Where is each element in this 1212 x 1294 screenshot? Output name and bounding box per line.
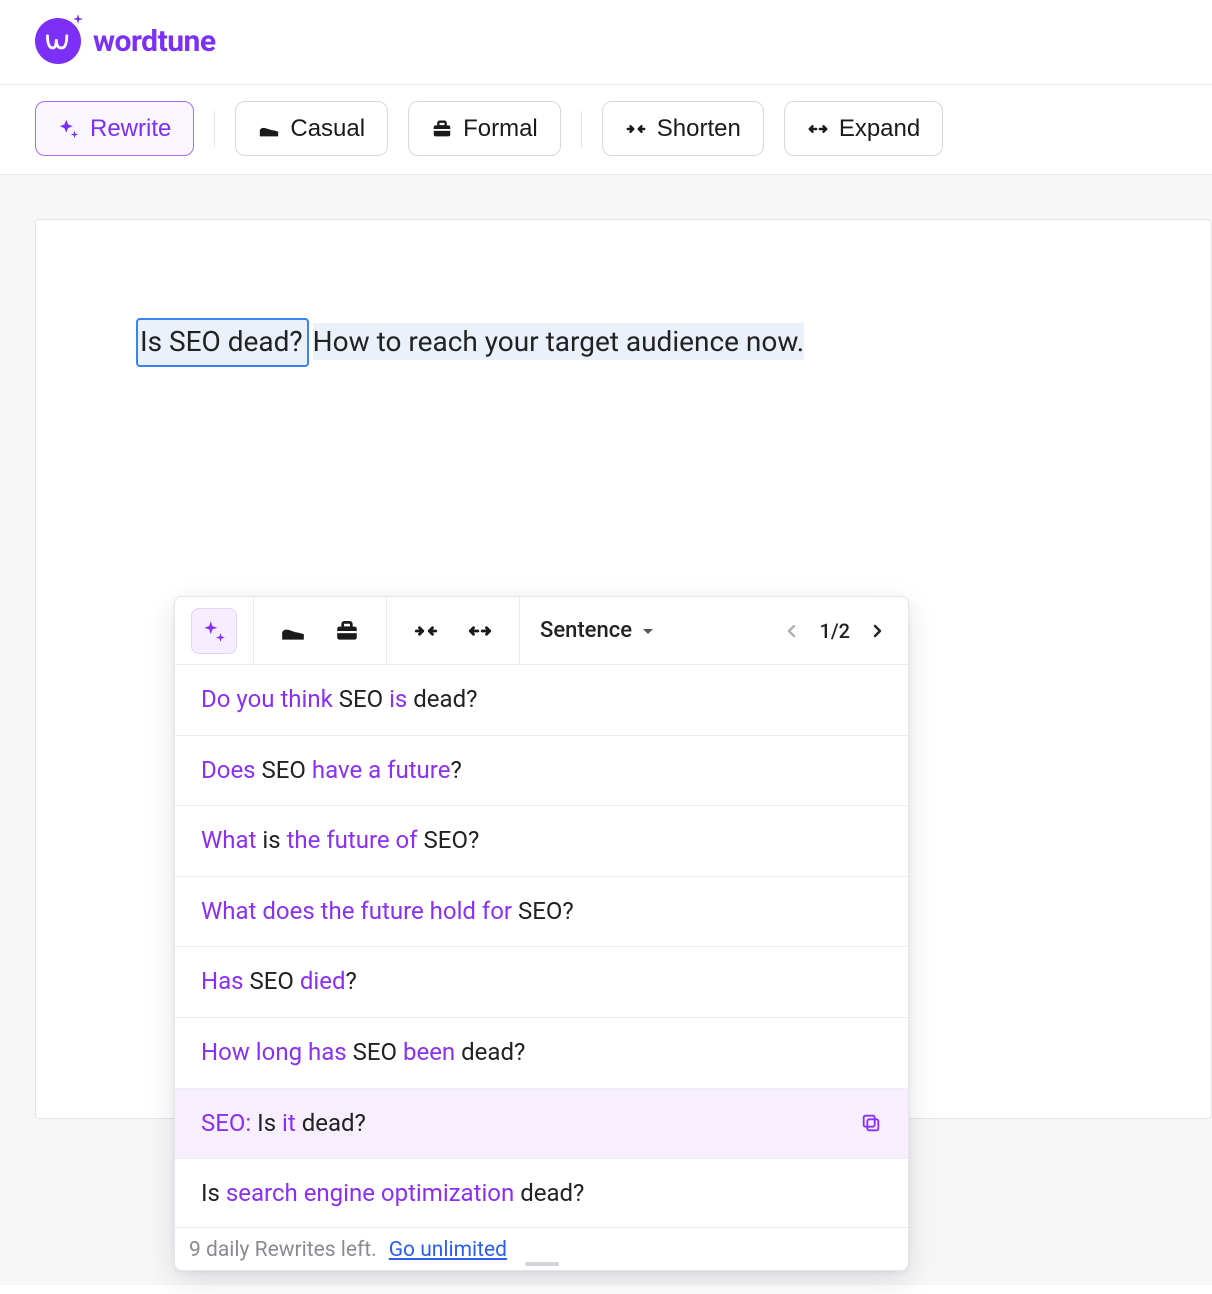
panel-casual-icon[interactable] (270, 608, 316, 654)
sneaker-icon (258, 118, 280, 140)
toolbar-divider (581, 111, 582, 147)
rewrite-label: Rewrite (90, 115, 171, 143)
formal-button[interactable]: Formal (408, 101, 561, 156)
suggestion-row[interactable]: Does SEO have a future? (175, 736, 908, 807)
expand-button[interactable]: Expand (784, 101, 943, 156)
suggestion-row[interactable]: SEO: Is it dead? (175, 1089, 908, 1160)
app-header: wordtune (0, 0, 1212, 85)
chevron-right-icon (869, 623, 885, 639)
suggestions-list[interactable]: Do you think SEO is dead?Does SEO have a… (175, 665, 908, 1227)
pager-text: 1/2 (819, 619, 850, 643)
sparkle-icon (58, 118, 80, 140)
panel-shorten-icon[interactable] (403, 608, 449, 654)
chevron-down-icon (640, 623, 656, 639)
rewrite-button[interactable]: Rewrite (35, 101, 194, 156)
pager: 1/2 (761, 597, 908, 664)
panel-toolbar: Sentence 1/2 (175, 597, 908, 665)
shorten-button[interactable]: Shorten (602, 101, 764, 156)
copy-icon[interactable] (860, 1112, 882, 1134)
toolbar-divider (214, 111, 215, 147)
scope-selector[interactable]: Sentence (520, 597, 676, 664)
panel-expand-icon[interactable] (457, 608, 503, 654)
suggestion-row[interactable]: Do you think SEO is dead? (175, 665, 908, 736)
quota-text: 9 daily Rewrites left. (189, 1238, 377, 1262)
rest-text[interactable]: How to reach your target audience now. (313, 323, 804, 360)
formal-label: Formal (463, 115, 538, 143)
logo-icon (35, 18, 81, 64)
suggestion-row[interactable]: How long has SEO been dead? (175, 1018, 908, 1089)
suggestion-row[interactable]: Is search engine optimization dead? (175, 1159, 908, 1227)
panel-formal-icon[interactable] (324, 608, 370, 654)
briefcase-icon (431, 118, 453, 140)
expand-icon (807, 118, 829, 140)
panel-rewrite-icon[interactable] (191, 608, 237, 654)
document-page[interactable]: Is SEO dead?How to reach your target aud… (35, 219, 1212, 1119)
panel-footer: 9 daily Rewrites left. Go unlimited (175, 1227, 908, 1270)
suggestion-row[interactable]: Has SEO died? (175, 947, 908, 1018)
pager-next-button[interactable] (866, 620, 888, 642)
drag-handle[interactable] (525, 1262, 559, 1266)
scope-label: Sentence (540, 618, 632, 643)
editor-text[interactable]: Is SEO dead?How to reach your target aud… (136, 325, 804, 358)
brand-name: wordtune (93, 24, 216, 59)
expand-label: Expand (839, 115, 920, 143)
casual-button[interactable]: Casual (235, 101, 388, 156)
main-toolbar: Rewrite Casual Formal Shorten Expand (0, 85, 1212, 175)
casual-label: Casual (290, 115, 365, 143)
selected-text[interactable]: Is SEO dead? (136, 318, 309, 367)
go-unlimited-link[interactable]: Go unlimited (389, 1238, 507, 1262)
suggestions-panel: Sentence 1/2 Do you think SEO is dead?Do… (174, 596, 909, 1271)
suggestion-row[interactable]: What is the future of SEO? (175, 806, 908, 877)
shorten-label: Shorten (657, 115, 741, 143)
pager-prev-button[interactable] (781, 620, 803, 642)
suggestion-row[interactable]: What does the future hold for SEO? (175, 877, 908, 948)
canvas-area: Is SEO dead?How to reach your target aud… (0, 175, 1212, 1285)
chevron-left-icon (784, 623, 800, 639)
shorten-icon (625, 118, 647, 140)
